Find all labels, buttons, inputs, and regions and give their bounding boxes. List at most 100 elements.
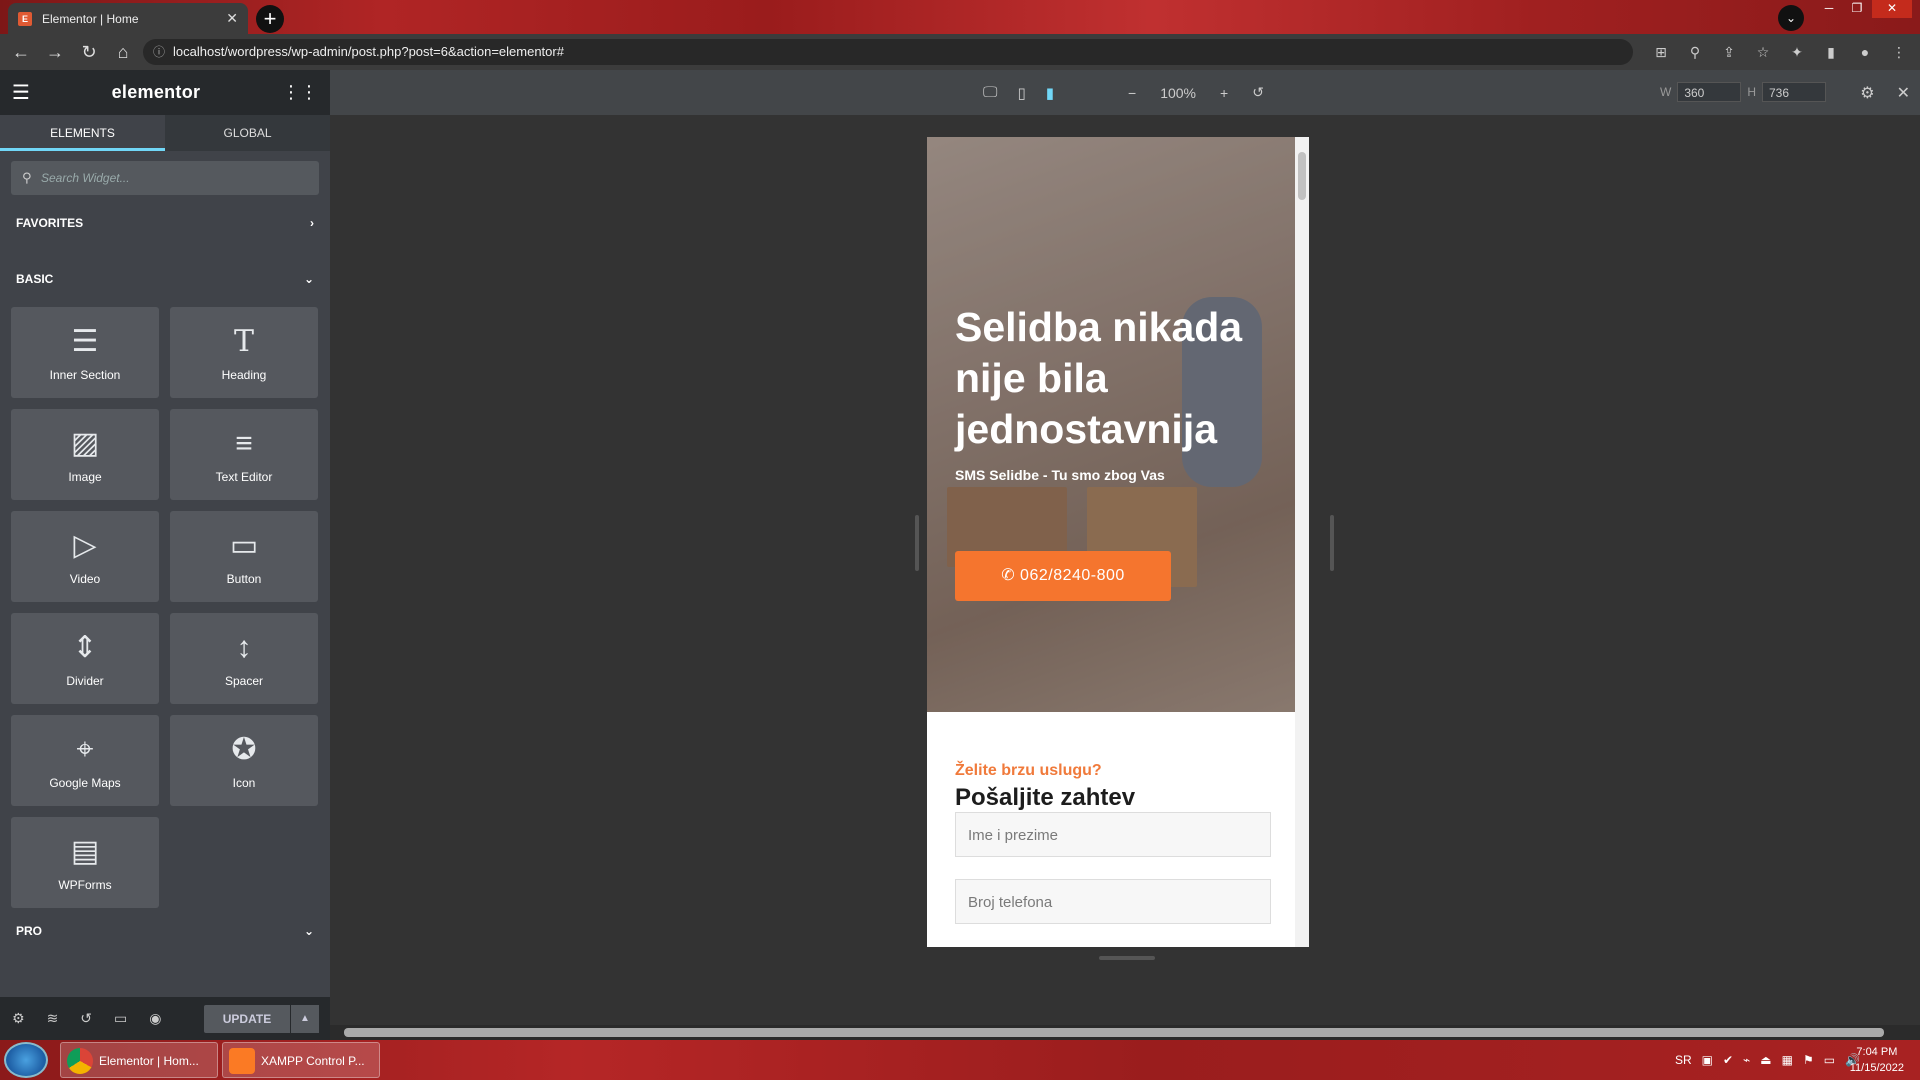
widget-icon[interactable]: ✪ Icon [170,715,318,806]
hero-heading: Selidba nikada nije bila jednostavnija [955,304,1243,452]
clock-time: 7:04 PM [1856,1046,1898,1058]
phone-field[interactable]: Broj telefona [955,879,1271,924]
widget-label: Icon [232,775,256,790]
widget-spacer[interactable]: ↕ Spacer [170,613,318,704]
update-options-button[interactable]: ▲ [291,1005,319,1033]
widget-inner-section[interactable]: ☰ Inner Section [11,307,159,398]
widget-video[interactable]: ▷ Video [11,511,159,602]
navigator-icon[interactable]: ≋ [47,1010,59,1027]
extensions-icon[interactable]: ✦ [1786,39,1808,65]
browser-toolbar: ← → ↻ ⌂ ⓘ localhost/wordpress/wp-admin/p… [0,34,1920,70]
back-icon[interactable]: ← [8,39,34,65]
forward-icon[interactable]: → [42,39,68,65]
network-tray-icon[interactable]: ⌁ [1743,1053,1750,1067]
browser-menu-icon[interactable]: ⋮ [1888,39,1910,65]
windows-taskbar: Elementor | Hom... XAMPP Control P... SR… [0,1040,1920,1080]
tablet-icon[interactable]: ▯ [1017,84,1025,102]
system-tray: SR ▣ ✔ ⌁ ⏏ ▦ ⚑ ▭ 🔊 [1675,1040,1860,1080]
reload-icon[interactable]: ↻ [76,39,102,65]
widget-label: Button [226,571,262,586]
resize-handle-bottom[interactable] [1099,956,1155,960]
flag-tray-icon[interactable]: ⚑ [1803,1053,1814,1067]
tab-global[interactable]: GLOBAL [165,115,330,151]
task-label: Elementor | Hom... [99,1054,199,1068]
taskbar-xampp[interactable]: XAMPP Control P... [222,1042,380,1078]
tab-close-icon[interactable]: ✕ [226,10,238,27]
display-tray-icon[interactable]: ▦ [1782,1053,1793,1067]
language-indicator[interactable]: SR [1675,1053,1692,1067]
browser-titlebar: E Elementor | Home ✕ + ⌄ ─ ❐ ✕ [0,0,1920,34]
widget-image[interactable]: ▨ Image [11,409,159,500]
profile-avatar-icon[interactable]: ● [1854,39,1876,65]
widget-heading[interactable]: T Heading [170,307,318,398]
category-favorites[interactable]: FAVORITES › [0,195,330,251]
horizontal-scrollbar[interactable] [330,1025,1920,1040]
history-icon[interactable]: ↺ [80,1010,92,1027]
preview-scrollbar[interactable] [1295,137,1309,947]
home-icon[interactable]: ⌂ [110,39,136,65]
scrollbar-thumb[interactable] [344,1028,1884,1037]
scrollbar-thumb[interactable] [1298,152,1306,200]
usb-tray-icon[interactable]: ⏏ [1760,1053,1771,1067]
security-tray-icon[interactable]: ✔ [1723,1053,1733,1067]
chevron-down-icon: ⌄ [303,924,314,938]
image-icon: ▨ [70,426,100,460]
width-label: W [1660,85,1672,99]
desktop-icon[interactable]: 🖵 [983,84,997,101]
share-icon[interactable]: ⇪ [1718,39,1740,65]
side-panel-icon[interactable]: ▮ [1820,39,1842,65]
resize-handle-left[interactable] [915,515,919,571]
heading-icon: T [233,323,254,359]
mobile-icon[interactable]: ▮ [1046,84,1054,102]
close-responsive-icon[interactable]: ✕ [1897,83,1910,103]
search-placeholder: Search Widget... [41,171,130,185]
zoom-in-icon[interactable]: + [1220,85,1228,101]
start-button[interactable] [4,1042,48,1078]
tab-elements[interactable]: ELEMENTS [0,115,165,151]
browser-actions: ⊞ ⚲ ⇪ ☆ ✦ ▮ ● ⋮ [1650,39,1910,65]
settings-icon[interactable]: ⚙ [12,1010,25,1027]
translate-icon[interactable]: ⊞ [1650,39,1672,65]
width-input[interactable]: 360 [1677,82,1742,102]
site-info-icon[interactable]: ⓘ [153,39,165,65]
widgets-grid-icon[interactable]: ⋮⋮ [282,82,318,103]
category-pro[interactable]: PRO ⌄ [0,908,330,954]
browser-tab[interactable]: E Elementor | Home ✕ [8,3,248,34]
viewport-dimensions: W 360 H 736 [1660,82,1826,102]
bookmark-star-icon[interactable]: ☆ [1752,39,1774,65]
google-maps-icon: ⌖ [76,732,94,766]
responsive-mode-icon[interactable]: ▭ [114,1010,127,1027]
name-field[interactable]: Ime i prezime [955,812,1271,857]
responsive-settings-icon[interactable]: ⚙ [1860,83,1874,103]
widget-divider[interactable]: ⇕ Divider [11,613,159,704]
widget-button[interactable]: ▭ Button [170,511,318,602]
widget-label: Divider [66,673,104,688]
hamburger-menu-icon[interactable]: ☰ [12,80,30,105]
taskbar-chrome[interactable]: Elementor | Hom... [60,1042,218,1078]
new-tab-button[interactable]: + [256,5,284,33]
search-widget-input[interactable]: ⚲ Search Widget... [11,161,319,195]
zoom-controls: − 100% + ↺ [1128,70,1264,115]
height-label: H [1747,85,1756,99]
maximize-button[interactable]: ❐ [1844,0,1870,18]
height-input[interactable]: 736 [1762,82,1826,102]
widget-text-editor[interactable]: ≡ Text Editor [170,409,318,500]
address-bar[interactable]: ⓘ localhost/wordpress/wp-admin/post.php?… [143,39,1633,65]
tab-search-icon[interactable]: ⌄ [1778,5,1804,31]
hero-section[interactable]: Selidba nikada nije bila jednostavnija S… [927,137,1309,712]
zoom-icon[interactable]: ⚲ [1684,39,1706,65]
resize-handle-right[interactable] [1330,515,1334,571]
zoom-out-icon[interactable]: − [1128,85,1136,101]
window-close-button[interactable]: ✕ [1872,0,1912,18]
reset-zoom-icon[interactable]: ↺ [1252,84,1264,101]
update-button[interactable]: UPDATE [204,1005,290,1033]
preview-eye-icon[interactable]: ◉ [149,1010,161,1027]
xampp-tray-icon[interactable]: ▣ [1702,1053,1713,1067]
widget-google-maps[interactable]: ⌖ Google Maps [11,715,159,806]
category-basic[interactable]: BASIC ⌄ [0,251,330,307]
call-button[interactable]: ✆ 062/8240-800 [955,551,1171,601]
monitor-tray-icon[interactable]: ▭ [1824,1053,1835,1067]
widget-wpforms[interactable]: ▤ WPForms [11,817,159,908]
minimize-button[interactable]: ─ [1816,0,1842,18]
system-clock[interactable]: 7:04 PM 11/15/2022 [1850,1044,1904,1076]
